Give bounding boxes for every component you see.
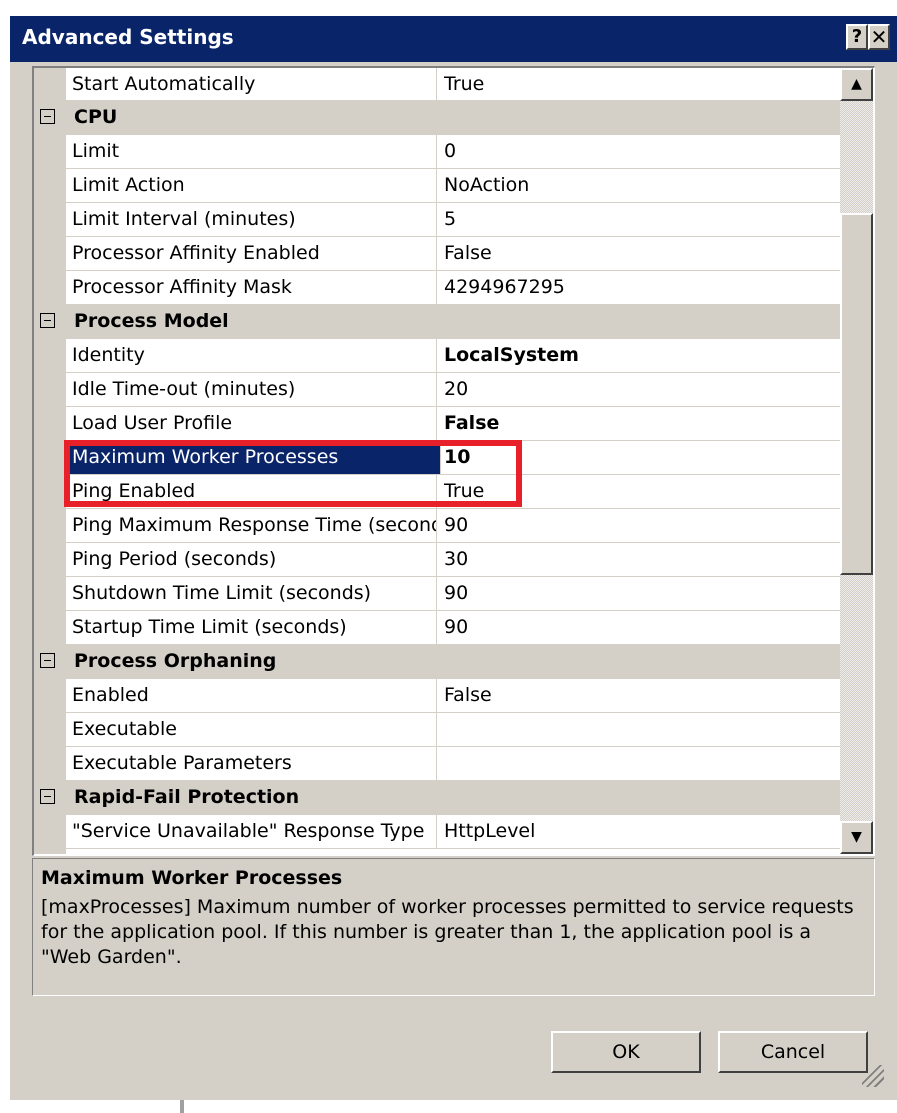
collapse-icon[interactable] — [40, 109, 55, 124]
ok-button[interactable]: OK — [551, 1031, 701, 1073]
category-row[interactable]: Rapid-Fail Protection — [34, 781, 840, 815]
property-name: Limit Action — [72, 169, 437, 202]
vertical-scrollbar[interactable]: ▲ ▼ — [840, 68, 873, 854]
property-value[interactable]: HttpLevel — [444, 815, 840, 848]
property-name: Startup Time Limit (seconds) — [72, 611, 437, 644]
property-value[interactable]: 5 — [444, 203, 840, 236]
property-name: Limit — [72, 135, 437, 168]
property-value[interactable]: 10 — [444, 441, 840, 474]
property-value[interactable]: 90 — [444, 509, 840, 542]
property-name: Enabled — [72, 679, 437, 712]
property-name: Idle Time-out (minutes) — [72, 373, 437, 406]
collapse-icon[interactable] — [40, 313, 55, 328]
property-value[interactable]: 90 — [444, 577, 840, 610]
property-value[interactable]: False — [444, 237, 840, 270]
property-row[interactable]: Limit Action NoAction — [34, 169, 840, 203]
property-row[interactable]: Executable — [34, 713, 840, 747]
resize-grip-icon[interactable] — [862, 1065, 884, 1087]
property-name: Ping Period (seconds) — [72, 543, 437, 576]
property-value[interactable] — [444, 747, 840, 780]
category-label: Process Model — [74, 310, 229, 332]
property-value[interactable]: 30 — [444, 543, 840, 576]
property-name: Start Automatically — [72, 68, 437, 101]
dialog-title: Advanced Settings — [22, 25, 234, 49]
property-row[interactable]: Limit 0 — [34, 135, 840, 169]
property-row[interactable]: Executable Parameters — [34, 747, 840, 781]
property-name: Executable Parameters — [72, 747, 437, 780]
help-icon: ? — [851, 26, 863, 47]
background-divider — [180, 1100, 184, 1113]
property-name: Ping Maximum Response Time (seconds) — [72, 509, 437, 542]
property-value[interactable]: False — [444, 679, 840, 712]
cancel-button[interactable]: Cancel — [718, 1031, 868, 1073]
category-row[interactable]: CPU — [34, 101, 840, 135]
property-grid: Start Automatically True CPU Limit 0 Limit Ac… — [32, 66, 875, 856]
scroll-down-button[interactable]: ▼ — [840, 821, 873, 854]
property-row[interactable]: Enabled False — [34, 679, 840, 713]
category-label: Process Orphaning — [74, 650, 277, 672]
property-name: Load User Profile — [72, 407, 437, 440]
property-name: Shutdown Time Limit (seconds) — [72, 577, 437, 610]
category-label: CPU — [74, 106, 118, 128]
property-row[interactable]: Ping Maximum Response Time (seconds) 90 — [34, 509, 840, 543]
help-button[interactable]: ? — [846, 24, 868, 50]
property-value[interactable]: LocalSystem — [444, 339, 840, 372]
down-arrow-icon: ▼ — [851, 829, 862, 845]
close-button[interactable]: ✕ — [868, 24, 890, 50]
property-value[interactable]: NoAction — [444, 169, 840, 202]
close-icon: ✕ — [870, 25, 888, 49]
property-value[interactable]: False — [444, 407, 840, 440]
property-value[interactable] — [444, 713, 840, 746]
property-value[interactable]: 20 — [444, 373, 840, 406]
collapse-icon[interactable] — [40, 653, 55, 668]
property-grid-rows: Start Automatically True CPU Limit 0 Limit Ac… — [34, 68, 840, 854]
property-row[interactable]: Start Automatically True — [34, 68, 840, 101]
property-name: Processor Affinity Mask — [72, 271, 437, 304]
up-arrow-icon: ▲ — [851, 76, 862, 92]
property-row[interactable]: Ping Enabled True — [34, 475, 840, 509]
property-row[interactable]: Identity LocalSystem — [34, 339, 840, 373]
description-text: [maxProcesses] Maximum number of worker … — [41, 896, 854, 968]
property-value[interactable]: 90 — [444, 611, 840, 644]
property-row[interactable]: Processor Affinity Mask 4294967295 — [34, 271, 840, 305]
property-row[interactable]: Processor Affinity Enabled False — [34, 237, 840, 271]
property-name: Ping Enabled — [72, 475, 437, 508]
category-row[interactable]: Process Model — [34, 305, 840, 339]
property-row[interactable]: Maximum Worker Processes 10 — [34, 441, 840, 475]
property-row[interactable]: "Service Unavailable" Response Type HttpL… — [34, 815, 840, 849]
scroll-up-button[interactable]: ▲ — [840, 68, 873, 101]
title-bar[interactable]: Advanced Settings ? ✕ — [10, 16, 897, 62]
property-row[interactable]: Load User Profile False — [34, 407, 840, 441]
description-title: Maximum Worker Processes — [41, 867, 343, 889]
property-value[interactable]: 4294967295 — [444, 271, 840, 304]
scroll-thumb[interactable] — [840, 213, 873, 575]
property-name: Maximum Worker Processes — [68, 441, 441, 474]
property-value[interactable]: 0 — [444, 135, 840, 168]
collapse-icon[interactable] — [40, 789, 55, 804]
property-name: Processor Affinity Enabled — [72, 237, 437, 270]
property-row[interactable]: Limit Interval (minutes) 5 — [34, 203, 840, 237]
category-label: Rapid-Fail Protection — [74, 786, 300, 808]
property-row[interactable]: Startup Time Limit (seconds) 90 — [34, 611, 840, 645]
property-row[interactable]: Ping Period (seconds) 30 — [34, 543, 840, 577]
property-row[interactable]: Shutdown Time Limit (seconds) 90 — [34, 577, 840, 611]
property-name: Identity — [72, 339, 437, 372]
property-row[interactable]: Idle Time-out (minutes) 20 — [34, 373, 840, 407]
property-value[interactable]: True — [444, 475, 840, 508]
property-name: Executable — [72, 713, 437, 746]
property-value[interactable]: True — [444, 68, 840, 101]
description-panel: Maximum Worker Processes [maxProcesses] … — [32, 858, 875, 996]
property-name: Limit Interval (minutes) — [72, 203, 437, 236]
background-strip — [0, 1100, 897, 1113]
category-row[interactable]: Process Orphaning — [34, 645, 840, 679]
property-name: "Service Unavailable" Response Type — [72, 815, 437, 848]
